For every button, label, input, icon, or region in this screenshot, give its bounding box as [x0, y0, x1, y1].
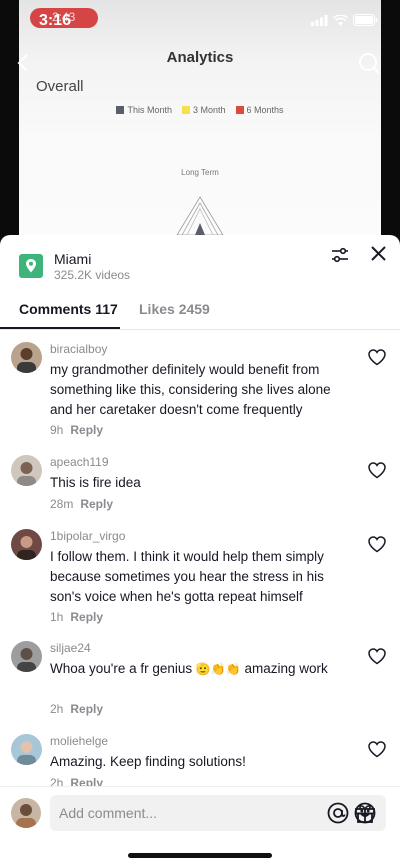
- comment-meta: 9h Reply: [50, 423, 103, 437]
- reply-button[interactable]: Reply: [70, 610, 103, 624]
- video-analytics-title: Analytics: [166, 49, 234, 66]
- comment-text: I follow them. I think it would help the…: [50, 549, 324, 604]
- like-heart-icon[interactable]: [368, 462, 386, 479]
- avatar[interactable]: [11, 455, 42, 486]
- home-indicator[interactable]: [128, 853, 272, 858]
- avatar[interactable]: [11, 641, 42, 672]
- comment-username[interactable]: moliehelge: [50, 734, 108, 748]
- like-heart-icon[interactable]: [368, 648, 386, 665]
- my-avatar: [11, 798, 41, 828]
- legend-swatch: [181, 106, 190, 114]
- comment-username[interactable]: apeach119: [50, 455, 109, 469]
- comment-text-part: Whoa you're a fr genius: [50, 661, 193, 676]
- legend-label: This Month: [127, 105, 172, 115]
- comment-text: Whoa you're a fr genius 🫡👏👏 amazing work: [50, 659, 350, 679]
- comment-time: 2h: [50, 702, 64, 716]
- comment-text: Amazing. Keep finding solutions!: [50, 754, 246, 769]
- comment-item: biracialboy my grandmother definitely wo…: [0, 342, 400, 447]
- like-heart-icon[interactable]: [368, 536, 386, 553]
- comment-input-placeholder: Add comment...: [59, 805, 158, 821]
- comment-time: 2h: [50, 776, 64, 786]
- comment-text: This is fire idea: [50, 475, 141, 490]
- comment-username[interactable]: siljae24: [50, 641, 91, 655]
- comment-meta: 2h Reply: [50, 776, 103, 786]
- comment-username[interactable]: 1bipolar_virgo: [50, 529, 125, 543]
- legend-swatch: [116, 106, 125, 114]
- location-pin-icon: [19, 254, 43, 278]
- comments-tabs: Comments 117 Likes 2459: [0, 293, 400, 330]
- battery-icon: [353, 14, 378, 26]
- filter-sliders-icon[interactable]: [331, 246, 349, 264]
- emoji-group: 🫡👏👏: [195, 662, 241, 676]
- reply-button[interactable]: Reply: [70, 702, 103, 716]
- comment-username[interactable]: biracialboy: [50, 342, 107, 356]
- legend-label: 3 Month: [192, 105, 226, 115]
- reply-button[interactable]: Reply: [70, 776, 103, 786]
- tab-likes[interactable]: Likes 2459: [139, 301, 210, 317]
- comment-time: 1h: [50, 610, 64, 624]
- video-radar-axis-label: Long Term: [181, 168, 219, 177]
- cellular-signal-icon: [311, 14, 328, 26]
- comment-item: siljae24 Whoa you're a fr genius 🫡👏👏 ama…: [0, 641, 400, 721]
- radar-chart-graphic: [176, 196, 224, 235]
- comment-item: 1bipolar_virgo I follow them. I think it…: [0, 529, 400, 629]
- avatar[interactable]: [11, 342, 42, 373]
- legend-item: 3 Month: [181, 105, 226, 115]
- status-clock: 3:16: [39, 12, 72, 29]
- legend-item: This Month: [116, 105, 172, 115]
- like-heart-icon[interactable]: [368, 741, 386, 758]
- legend-swatch: [235, 106, 244, 114]
- video-chart-legend: This Month 3 Month 6 Months: [0, 105, 400, 115]
- legend-item: 6 Months: [235, 105, 284, 115]
- like-heart-icon[interactable]: [368, 349, 386, 366]
- search-icon[interactable]: [358, 52, 380, 74]
- comment-item: apeach119 This is fire idea 28m Reply: [0, 455, 400, 515]
- comment-item: moliehelge Amazing. Keep finding solutio…: [0, 734, 400, 786]
- comment-text-part: amazing work: [244, 661, 328, 676]
- wifi-icon: [333, 14, 348, 26]
- status-icons: [311, 14, 378, 26]
- reply-button[interactable]: Reply: [70, 423, 103, 437]
- comment-meta: 2h Reply: [50, 702, 103, 716]
- legend-label: 6 Months: [246, 105, 284, 115]
- comment-text: my grandmother definitely would benefit …: [50, 362, 331, 417]
- location-name[interactable]: Miami: [54, 251, 91, 267]
- location-video-count: 325.2K videos: [54, 268, 131, 282]
- comment-meta: 28m Reply: [50, 497, 113, 511]
- video-overall-label: Overall: [36, 78, 84, 95]
- comment-time: 28m: [50, 497, 74, 511]
- comment-meta: 1h Reply: [50, 610, 103, 624]
- mention-at-icon[interactable]: [327, 802, 349, 824]
- tab-comments[interactable]: Comments 117: [19, 301, 118, 317]
- avatar[interactable]: [11, 734, 42, 765]
- reply-button[interactable]: Reply: [80, 497, 113, 511]
- avatar[interactable]: [11, 529, 42, 560]
- emoji-smile-icon[interactable]: [354, 802, 376, 824]
- comment-input[interactable]: Add comment...: [50, 795, 386, 831]
- comment-time: 9h: [50, 423, 64, 437]
- close-icon[interactable]: [371, 246, 386, 261]
- active-tab-indicator: [0, 327, 120, 329]
